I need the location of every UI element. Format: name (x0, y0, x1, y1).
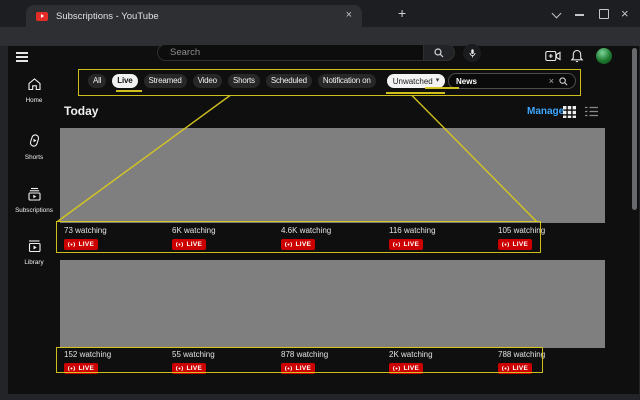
broadcast-icon (67, 365, 76, 372)
live-video-card[interactable]: 55 watching LIVE (172, 350, 276, 377)
broadcast-icon (392, 241, 401, 248)
tab-search-chevron-icon[interactable] (551, 8, 562, 19)
broadcast-icon (501, 365, 510, 372)
live-video-card[interactable]: 152 watching LIVE (64, 350, 168, 377)
live-badge: LIVE (389, 239, 424, 250)
live-video-card[interactable]: 878 watching LIVE (281, 350, 385, 377)
chip-video[interactable]: Video (192, 74, 222, 88)
tab-strip: Subscriptions - YouTube × + × (0, 0, 640, 27)
sidebar-item-subscriptions[interactable]: Subscriptions (8, 187, 60, 214)
minimize-button[interactable] (575, 14, 584, 16)
chip-notification-on[interactable]: Notification on (317, 74, 376, 88)
grid-view-icon[interactable] (563, 105, 576, 118)
hamburger-menu-icon[interactable] (16, 52, 28, 54)
search-placeholder: Search (170, 47, 201, 58)
tab-close-icon[interactable]: × (346, 9, 352, 22)
microphone-icon (469, 48, 475, 58)
window-close-button[interactable]: × (621, 6, 629, 21)
live-badge: LIVE (498, 239, 533, 250)
chip-shorts[interactable]: Shorts (227, 74, 260, 88)
live-badge: LIVE (498, 363, 533, 374)
unwatched-dropdown[interactable]: Unwatched ▾ (387, 74, 445, 88)
live-video-card[interactable]: 105 watching LIVE (498, 226, 602, 253)
chip-scheduled[interactable]: Scheduled (265, 74, 312, 88)
chip-all[interactable]: All (88, 74, 107, 88)
browser-window: Subscriptions - YouTube × + × ← → ↻ yout… (0, 0, 640, 400)
filter-search-box[interactable]: News × (448, 73, 576, 89)
live-badge: LIVE (389, 363, 424, 374)
sidebar-item-shorts[interactable]: Shorts (8, 133, 60, 161)
clear-search-icon[interactable]: × (549, 76, 554, 86)
list-view-icon[interactable] (585, 106, 598, 117)
broadcast-icon (501, 241, 510, 248)
youtube-favicon-icon (36, 11, 48, 21)
browser-tab[interactable]: Subscriptions - YouTube × (26, 5, 362, 27)
live-badge: LIVE (281, 363, 316, 374)
live-badge: LIVE (281, 239, 316, 250)
maximize-button[interactable] (599, 9, 609, 19)
scrollbar-thumb[interactable] (632, 48, 637, 210)
section-title: Today (64, 104, 99, 118)
create-video-icon[interactable] (545, 50, 561, 62)
live-badge: LIVE (64, 239, 99, 250)
library-icon (28, 240, 41, 253)
subscriptions-icon (27, 187, 41, 201)
search-button[interactable] (423, 44, 455, 61)
thumbnail-row-placeholder[interactable] (60, 128, 605, 223)
live-video-card[interactable]: 788 watching LIVE (498, 350, 602, 377)
search-icon (434, 47, 444, 57)
live-badge: LIVE (172, 363, 207, 374)
live-video-card[interactable]: 73 watching LIVE (64, 226, 168, 253)
chip-streamed[interactable]: Streamed (143, 74, 187, 88)
chip-live[interactable]: Live (112, 74, 138, 88)
youtube-search: Search (157, 44, 455, 61)
live-badge: LIVE (64, 363, 99, 374)
search-input[interactable]: Search (157, 44, 423, 61)
live-video-card[interactable]: 116 watching LIVE (389, 226, 493, 253)
sidebar-item-library[interactable]: Library (8, 239, 60, 266)
live-video-card[interactable]: 2K watching LIVE (389, 350, 493, 377)
new-tab-button[interactable]: + (398, 5, 406, 21)
broadcast-icon (67, 241, 76, 248)
filter-search-input[interactable]: News (456, 77, 544, 86)
shorts-icon (29, 134, 39, 147)
voice-search-button[interactable] (463, 44, 481, 62)
filter-chip-bar: All Live Streamed Video Shorts Scheduled… (88, 74, 376, 88)
sidebar-item-home[interactable]: Home (8, 77, 60, 104)
filter-search-icon[interactable] (559, 76, 568, 86)
broadcast-icon (175, 241, 184, 248)
live-video-card[interactable]: 4.6K watching LIVE (281, 226, 385, 253)
broadcast-icon (284, 365, 293, 372)
manage-link[interactable]: Manage (527, 106, 564, 117)
live-badge: LIVE (172, 239, 207, 250)
tab-title: Subscriptions - YouTube (56, 10, 159, 22)
home-icon (27, 78, 41, 91)
thumbnail-row-placeholder[interactable] (60, 260, 605, 348)
broadcast-icon (284, 241, 293, 248)
broadcast-icon (392, 365, 401, 372)
youtube-account-avatar[interactable] (596, 48, 612, 64)
notifications-bell-icon[interactable] (570, 49, 584, 63)
chevron-down-icon: ▾ (435, 77, 440, 84)
live-video-card[interactable]: 6K watching LIVE (172, 226, 276, 253)
broadcast-icon (175, 365, 184, 372)
